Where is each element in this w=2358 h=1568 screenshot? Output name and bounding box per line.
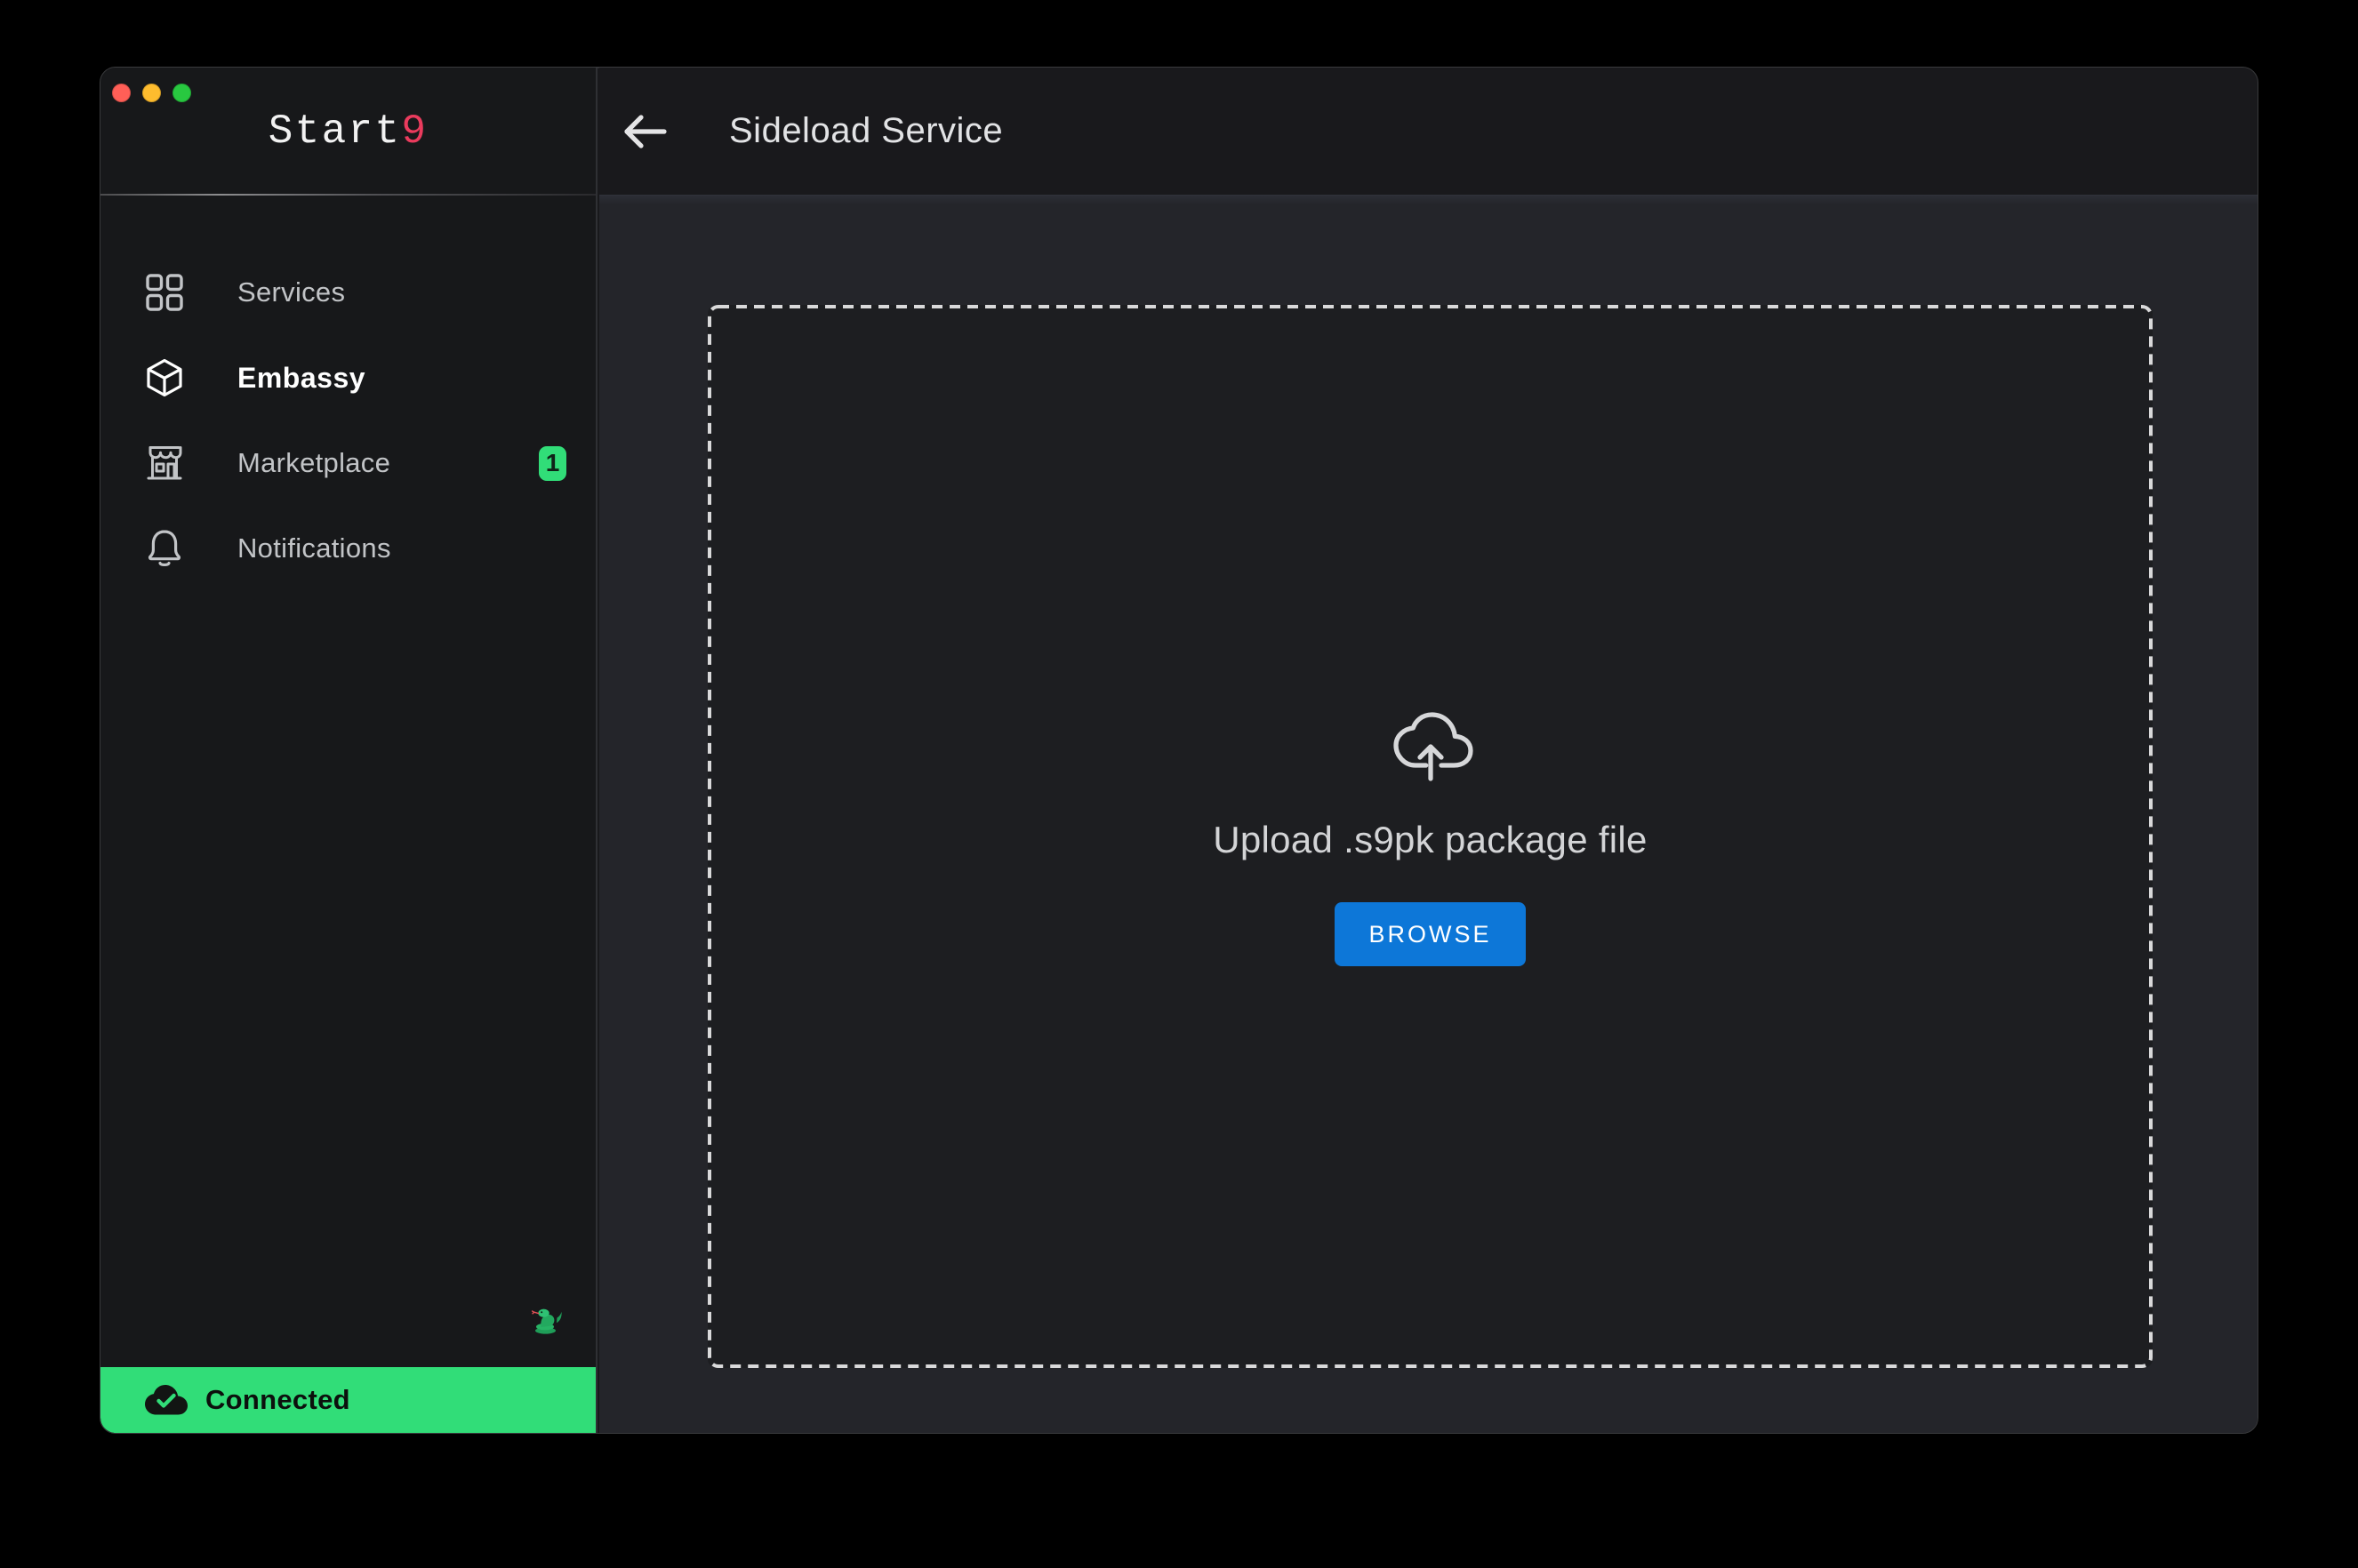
cube-icon [143, 356, 186, 399]
arrow-back-icon [621, 113, 669, 150]
browse-button[interactable]: BROWSE [1335, 902, 1525, 966]
window-controls [112, 84, 191, 102]
sidebar-item-label: Notifications [237, 532, 391, 564]
sidebar-item-marketplace[interactable]: Marketplace 1 [100, 420, 596, 506]
upload-prompt-group: Upload .s9pk package file BROWSE [708, 305, 2153, 1368]
minimize-button[interactable] [142, 84, 161, 102]
sidebar: Start9 Services Em [100, 68, 598, 1433]
cloud-check-icon [145, 1385, 188, 1415]
main-panel: Sideload Service Upload .s9pk package fi… [599, 68, 2258, 1433]
zoom-button[interactable] [172, 84, 191, 102]
status-label: Connected [205, 1384, 350, 1416]
storefront-icon [143, 442, 186, 484]
close-button[interactable] [112, 84, 131, 102]
upload-prompt-text: Upload .s9pk package file [1213, 819, 1647, 861]
content-area: Upload .s9pk package file BROWSE [599, 195, 2258, 1433]
sidebar-item-services[interactable]: Services [100, 250, 596, 335]
sidebar-item-label: Marketplace [237, 447, 390, 479]
sidebar-item-label: Services [237, 276, 345, 308]
logo-divider [100, 194, 596, 196]
grid-icon [143, 271, 186, 314]
brand-logo-main: Start [269, 108, 402, 155]
cloud-upload-icon [1388, 707, 1473, 787]
page-title: Sideload Service [729, 111, 1003, 151]
app-window: Start9 Services Em [100, 67, 2258, 1434]
brand-logo: Start9 [100, 108, 596, 155]
page-header: Sideload Service [599, 68, 2258, 195]
connection-status: Connected [100, 1367, 596, 1433]
marketplace-badge: 1 [539, 446, 566, 481]
upload-dropzone[interactable]: Upload .s9pk package file BROWSE [708, 305, 2153, 1368]
sidebar-item-label: Embassy [237, 362, 365, 395]
sidebar-item-notifications[interactable]: Notifications [100, 506, 596, 591]
brand-logo-accent: 9 [401, 108, 428, 155]
bell-icon [143, 527, 186, 570]
snake-icon [530, 1306, 564, 1334]
sidebar-nav: Services Embassy [100, 250, 596, 591]
back-button[interactable] [619, 106, 670, 157]
sidebar-item-embassy[interactable]: Embassy [100, 335, 596, 420]
